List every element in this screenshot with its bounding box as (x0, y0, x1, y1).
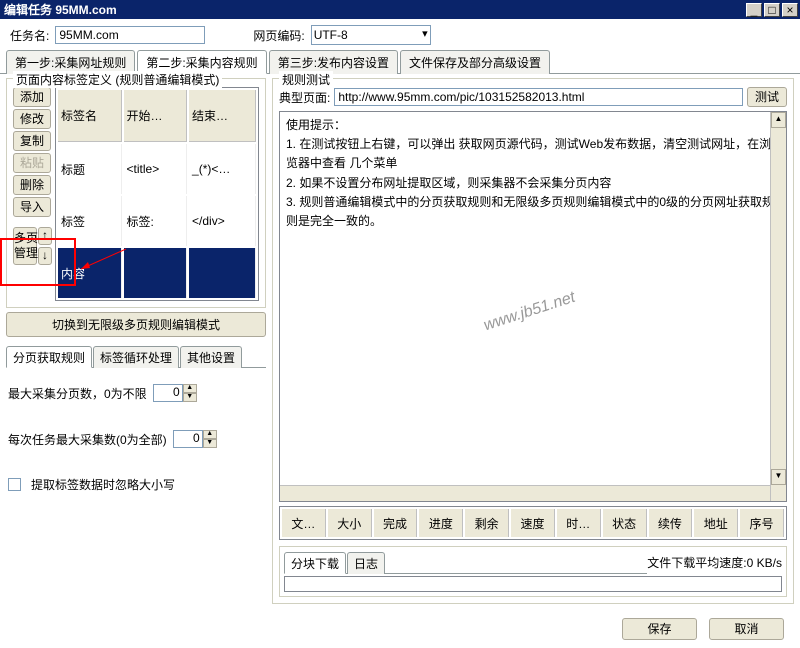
close-button[interactable]: × (782, 3, 798, 17)
rule-test-group: 规则测试 典型页面: http://www.95mm.com/pic/10315… (272, 78, 794, 604)
subtab-loop[interactable]: 标签循环处理 (93, 346, 179, 368)
import-button[interactable]: 导入 (13, 197, 51, 217)
spinner-up-icon[interactable]: ▲ (203, 430, 217, 439)
avg-speed-value: 0 KB/s (747, 556, 782, 570)
usage-title: 使用提示： (286, 116, 780, 135)
cancel-button[interactable]: 取消 (709, 618, 784, 640)
encoding-select[interactable]: UTF-8 (311, 25, 431, 45)
max-pages-label: 最大采集分页数，0为不限 (8, 385, 147, 402)
usage-line: 2. 如果不设置分布网址提取区域，则采集器不会采集分页内容 (286, 174, 780, 193)
avg-speed-label: 文件下载平均速度: (647, 554, 746, 571)
minimize-button[interactable]: _ (746, 3, 762, 17)
test-button[interactable]: 测试 (747, 87, 787, 107)
scrollbar-horizontal[interactable] (280, 485, 770, 501)
url-input[interactable]: http://www.95mm.com/pic/103152582013.htm… (334, 88, 743, 106)
scrollbar-vertical[interactable]: ▲ ▼ (770, 112, 786, 501)
tags-table[interactable]: 标签名 开始… 结束… 标题<title>_(*)<… 标签标签:</div> … (55, 87, 259, 301)
usage-textarea[interactable]: 使用提示： 1. 在测试按钮上右键，可以弹出 获取网页源代码，测试Web发布数据… (279, 111, 787, 502)
left-subtabs: 分页获取规则 标签循环处理 其他设置 (6, 345, 266, 368)
table-row[interactable]: 标题<title>_(*)<… (58, 144, 256, 194)
subtab-other[interactable]: 其他设置 (180, 346, 242, 368)
table-row[interactable]: 内容 (58, 248, 256, 298)
save-button[interactable]: 保存 (622, 618, 697, 640)
usage-line: 1. 在测试按钮上右键，可以弹出 获取网页源代码，测试Web发布数据，清空测试网… (286, 135, 780, 173)
copy-button[interactable]: 复制 (13, 131, 51, 151)
highlight-box (0, 238, 76, 286)
usage-line: 3. 规则普通编辑模式中的分页获取规则和无限级多页规则编辑模式中的0级的分页网址… (286, 193, 780, 231)
ignore-case-checkbox[interactable] (8, 478, 21, 491)
status-tab-blocks[interactable]: 分块下载 (284, 552, 346, 574)
edit-button[interactable]: 修改 (13, 109, 51, 129)
bottom-buttons: 保存 取消 (0, 610, 800, 648)
tab-step4[interactable]: 文件保存及部分高级设置 (400, 50, 550, 74)
col-start[interactable]: 开始… (124, 90, 188, 142)
scroll-down-icon[interactable]: ▼ (771, 469, 786, 485)
spinner-down-icon[interactable]: ▼ (183, 393, 197, 402)
switch-mode-button[interactable]: 切换到无限级多页规则编辑模式 (6, 312, 266, 337)
ignore-case-label: 提取标签数据时忽略大小写 (31, 476, 175, 493)
download-table[interactable]: 文… 大小 完成 进度 剩余 速度 时… 状态 续传 地址 序号 (279, 506, 787, 540)
task-name-label: 任务名: (10, 27, 49, 44)
encoding-label: 网页编码: (253, 27, 304, 44)
window-title: 编辑任务 95MM.com (2, 1, 744, 18)
table-row[interactable]: 标签标签:</div> (58, 196, 256, 246)
task-name-input[interactable]: 95MM.com (55, 26, 205, 44)
window-titlebar: 编辑任务 95MM.com _ □ × (0, 0, 800, 19)
max-pages-spinner[interactable]: 0 ▲▼ (153, 384, 197, 402)
progress-bar (284, 576, 782, 592)
col-end[interactable]: 结束… (189, 90, 256, 142)
delete-button[interactable]: 删除 (13, 175, 51, 195)
scroll-up-icon[interactable]: ▲ (771, 112, 786, 128)
url-label: 典型页面: (279, 89, 330, 106)
subtab-paging[interactable]: 分页获取规则 (6, 346, 92, 368)
spinner-up-icon[interactable]: ▲ (183, 384, 197, 393)
paste-button: 粘贴 (13, 153, 51, 173)
spinner-down-icon[interactable]: ▼ (203, 439, 217, 448)
per-task-label: 每次任务最大采集数(0为全部) (8, 431, 167, 448)
top-row: 任务名: 95MM.com 网页编码: UTF-8 (0, 19, 800, 49)
rule-test-legend: 规则测试 (279, 71, 333, 88)
status-tab-log[interactable]: 日志 (347, 552, 385, 574)
per-task-spinner[interactable]: 0 ▲▼ (173, 430, 217, 448)
watermark: www.jb51.net (481, 285, 579, 339)
maximize-button[interactable]: □ (764, 3, 780, 17)
tag-group-legend: 页面内容标签定义 (规则普通编辑模式) (13, 71, 222, 88)
add-button[interactable]: 添加 (13, 87, 51, 107)
col-tagname[interactable]: 标签名 (58, 90, 122, 142)
